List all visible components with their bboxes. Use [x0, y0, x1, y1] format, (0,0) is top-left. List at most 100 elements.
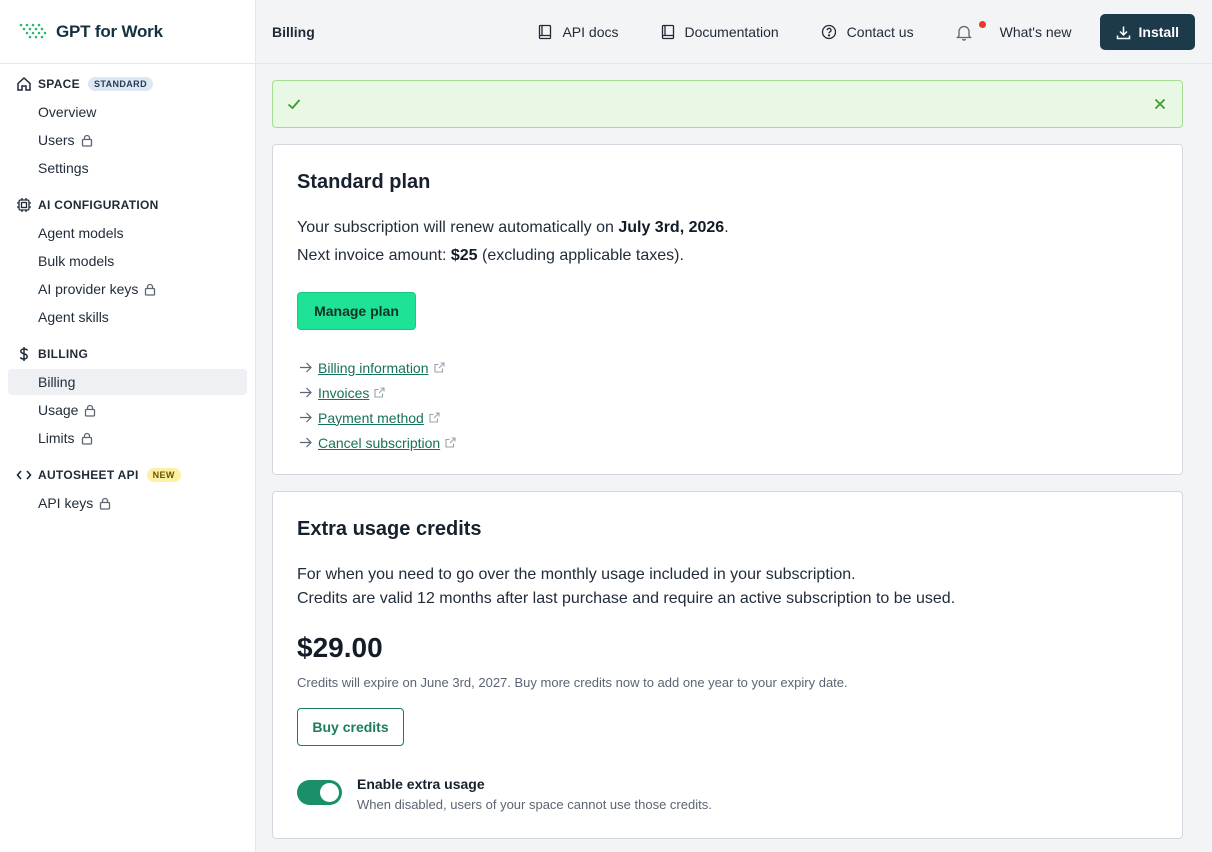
renewal-prefix: Your subscription will renew automatical…	[297, 219, 619, 236]
invoice-prefix: Next invoice amount:	[297, 247, 451, 264]
chip-icon	[16, 197, 32, 213]
credits-description-1: For when you need to go over the monthly…	[297, 566, 856, 583]
link-billing-information: Billing information	[299, 355, 456, 380]
sidebar-item-users[interactable]: Users	[8, 127, 247, 153]
lock-icon	[145, 283, 156, 296]
toggle-knob	[320, 783, 339, 802]
download-icon	[1116, 26, 1130, 39]
sidebar-item-bulk-models[interactable]: Bulk models	[8, 248, 247, 274]
sidebar-item-ai-provider-keys[interactable]: AI provider keys	[8, 276, 247, 302]
top-links: API docs Documentation Contact us What's…	[538, 14, 1195, 50]
credits-card: Extra usage credits For when you need to…	[272, 491, 1183, 839]
cancel-subscription-link[interactable]: Cancel subscription	[318, 435, 440, 451]
logo[interactable]: GPT for Work	[0, 0, 255, 64]
sidebar-item-settings[interactable]: Settings	[8, 155, 247, 181]
section-header: BILLING	[0, 344, 255, 364]
section-title: SPACE	[38, 77, 80, 91]
api-docs-label: API docs	[562, 24, 619, 40]
credits-expiry: Credits will expire on June 3rd, 2027. B…	[297, 675, 848, 690]
sidebar-nav: SPACE STANDARD Overview Users Settings A…	[0, 64, 255, 516]
sidebar-section-space: SPACE STANDARD Overview Users Settings	[0, 74, 255, 181]
home-icon	[16, 76, 32, 92]
arrow-right-icon	[300, 387, 312, 398]
success-alert	[272, 80, 1183, 128]
sidebar-item-label: Usage	[38, 402, 79, 418]
section-header: AUTOSHEET API NEW	[0, 465, 255, 485]
sidebar-item-label: Agent skills	[38, 309, 109, 325]
contact-label: Contact us	[846, 24, 914, 40]
app-name: GPT for Work	[56, 21, 163, 41]
invoices-link[interactable]: Invoices	[318, 385, 369, 401]
sidebar-item-limits[interactable]: Limits	[8, 425, 247, 451]
notification-bell	[955, 20, 986, 41]
notification-dot	[978, 20, 986, 28]
documentation-label: Documentation	[684, 24, 779, 40]
buy-credits-button[interactable]: Buy credits	[297, 708, 404, 746]
check-icon	[287, 99, 301, 110]
renewal-text: Your subscription will renew automatical…	[297, 219, 729, 237]
arrow-right-icon	[300, 437, 312, 448]
link-invoices: Invoices	[299, 380, 456, 405]
sidebar-item-label: Billing	[38, 374, 76, 390]
invoice-text: Next invoice amount: $25 (excluding appl…	[297, 247, 684, 265]
credits-description-2: Credits are valid 12 months after last p…	[297, 590, 956, 607]
link-payment-method: Payment method	[299, 405, 456, 430]
sidebar-item-api-keys[interactable]: API keys	[8, 490, 247, 516]
section-title: BILLING	[38, 347, 89, 361]
invoice-suffix: (excluding applicable taxes).	[477, 247, 684, 264]
whats-new-label: What's new	[999, 24, 1072, 40]
sidebar-item-agent-skills[interactable]: Agent skills	[8, 304, 247, 330]
contact-link[interactable]: Contact us	[821, 24, 914, 40]
arrow-right-icon	[300, 412, 312, 423]
page-title: Billing	[272, 23, 315, 40]
extra-usage-toggle[interactable]	[297, 780, 342, 805]
book-icon	[661, 24, 674, 40]
documentation-link[interactable]: Documentation	[661, 24, 779, 40]
section-title: AI CONFIGURATION	[38, 198, 159, 212]
renewal-date: July 3rd, 2026	[618, 219, 725, 236]
sidebar-item-usage[interactable]: Usage	[8, 397, 247, 423]
invoice-amount: $25	[450, 247, 478, 264]
sidebar-item-label: Agent models	[38, 225, 124, 241]
bell-icon	[955, 25, 972, 41]
manage-plan-button[interactable]: Manage plan	[297, 292, 416, 330]
book-icon	[539, 24, 552, 40]
close-icon[interactable]	[1154, 98, 1166, 110]
extra-usage-help: When disabled, users of your space canno…	[357, 797, 712, 812]
install-label: Install	[1138, 24, 1179, 40]
external-link-icon	[374, 387, 385, 398]
credits-title: Extra usage credits	[297, 518, 482, 540]
plan-title: Standard plan	[297, 171, 431, 193]
sidebar-section-billing: BILLING Billing Usage Limits	[0, 344, 255, 451]
plan-card: Standard plan Your subscription will ren…	[272, 144, 1183, 475]
whats-new-link[interactable]: What's new	[955, 20, 1072, 41]
sidebar-item-label: Users	[38, 132, 75, 148]
credits-balance: $29.00	[297, 632, 383, 663]
sidebar-item-label: Limits	[38, 430, 75, 446]
sidebar-item-label: Bulk models	[38, 253, 115, 269]
sidebar-item-label: Overview	[38, 104, 97, 120]
sidebar-section-ai-configuration: AI CONFIGURATION Agent models Bulk model…	[0, 195, 255, 330]
section-title: AUTOSHEET API	[38, 468, 139, 482]
arrow-right-icon	[300, 362, 312, 373]
logo-icon	[19, 23, 47, 38]
lock-icon	[85, 404, 96, 417]
external-link-icon	[433, 362, 445, 373]
external-link-icon	[429, 412, 440, 423]
extra-usage-label: Enable extra usage	[357, 776, 485, 792]
plan-badge: STANDARD	[87, 77, 153, 91]
sidebar-item-label: AI provider keys	[38, 281, 139, 297]
sidebar-item-agent-models[interactable]: Agent models	[8, 220, 247, 246]
section-header: AI CONFIGURATION	[0, 195, 255, 215]
api-docs-link[interactable]: API docs	[538, 24, 619, 40]
link-cancel-subscription: Cancel subscription	[299, 430, 456, 455]
billing-information-link[interactable]: Billing information	[318, 360, 429, 376]
payment-method-link[interactable]: Payment method	[318, 410, 424, 426]
section-header: SPACE STANDARD	[0, 74, 255, 94]
billing-links: Billing information Invoices Payment met…	[299, 355, 456, 455]
renewal-suffix: .	[724, 219, 729, 236]
sidebar-item-billing[interactable]: Billing	[8, 369, 247, 395]
lock-icon	[81, 432, 92, 445]
install-button[interactable]: Install	[1099, 14, 1195, 50]
sidebar-item-overview[interactable]: Overview	[8, 99, 247, 125]
